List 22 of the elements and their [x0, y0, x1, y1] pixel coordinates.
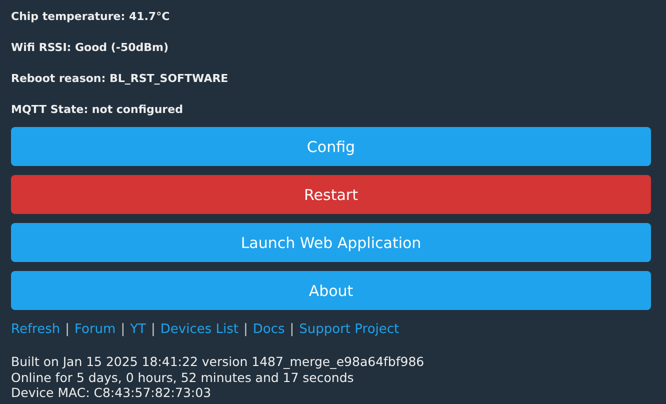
status-text: Wifi RSSI: Good (-50dBm)	[11, 40, 170, 56]
separator-text: |	[65, 322, 70, 337]
separator-text: |	[290, 322, 294, 337]
nav-link[interactable]: Docs	[252, 322, 285, 337]
nav-link[interactable]: Devices List	[160, 322, 238, 337]
nav-link[interactable]: Forum	[74, 322, 116, 337]
info-text: Device MAC: C8:43:57:82:73:03	[11, 385, 212, 400]
nav-link[interactable]: Support Project	[299, 322, 400, 337]
separator-text: |	[243, 322, 248, 337]
nav-link[interactable]: Refresh	[11, 322, 60, 337]
menu-button[interactable]: Config	[11, 127, 651, 166]
info-text: Built on Jan 15 2025 18:41:22 version 1487_merge_e98a64fbf986	[11, 354, 426, 370]
nav-link[interactable]: YT	[130, 322, 146, 337]
status-text: MQTT State: not configured	[11, 102, 184, 118]
status-text: Reboot reason: BL_RST_SOFTWARE	[11, 71, 230, 87]
separator-text: |	[150, 322, 156, 337]
separator-text: |	[120, 322, 126, 337]
menu-button[interactable]: About	[11, 271, 651, 310]
info-text: Online for 5 days, 0 hours, 52 minutes and 17 seconds	[11, 370, 355, 385]
menu-button[interactable]: Launch Web Application	[11, 223, 651, 262]
restart-button[interactable]: Restart	[11, 175, 651, 214]
status-text: Chip temperature: 41.7°C	[11, 9, 171, 25]
